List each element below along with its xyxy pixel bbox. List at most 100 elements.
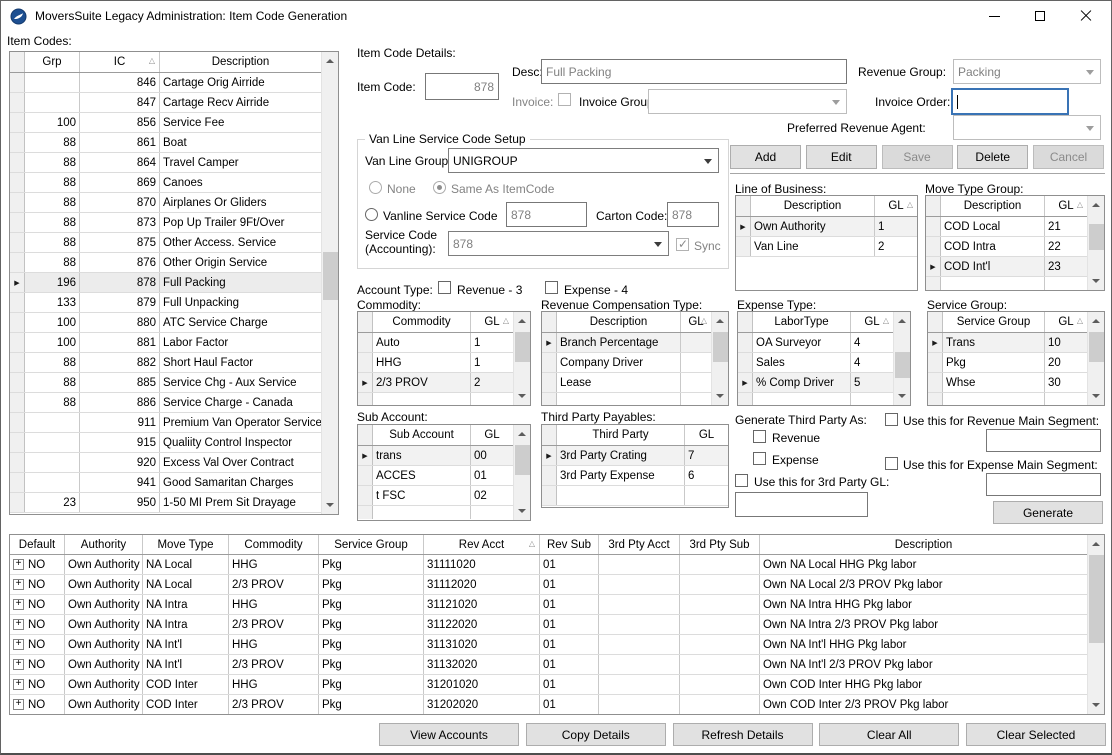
scroll-down-icon[interactable] (514, 503, 530, 519)
item-code-row[interactable]: 196 878 Full Packing (10, 273, 321, 293)
bottom-button[interactable]: Refresh Details (673, 723, 813, 746)
use-3rd-party-gl-checkbox[interactable] (735, 474, 748, 487)
grid-row[interactable]: trans 00 (358, 446, 513, 466)
scroll-down-icon[interactable] (1088, 388, 1104, 404)
item-code-row[interactable]: 100 856 Service Fee (10, 113, 321, 133)
scrollbar[interactable] (893, 312, 910, 405)
column-header[interactable]: Sub Account (373, 425, 471, 445)
item-code-row[interactable]: 88 885 Service Chg - Aux Service (10, 373, 321, 393)
item-code-row[interactable]: 88 875 Other Access. Service (10, 233, 321, 253)
account-row[interactable]: NO Own Authority NA Local 2/3 PROV Pkg 3… (10, 575, 1087, 595)
item-code-row[interactable]: 88 870 Airplanes Or Gliders (10, 193, 321, 213)
item-code-row[interactable]: 920 Excess Val Over Contract (10, 453, 321, 473)
scrollbar[interactable] (321, 52, 338, 514)
scrollbar[interactable] (513, 425, 530, 520)
grid-row[interactable]: Van Line 2 (736, 237, 917, 257)
column-header[interactable]: Description (751, 196, 875, 216)
column-header-3rd-pty-sub[interactable]: 3rd Pty Sub (680, 535, 760, 554)
scroll-up-icon[interactable] (514, 313, 530, 329)
scroll-down-icon[interactable] (322, 497, 338, 513)
grid-row[interactable]: Branch Percentage (542, 333, 711, 353)
column-header-move-type[interactable]: Move Type (143, 535, 229, 554)
grid-row[interactable]: % Comp Driver 5 (738, 373, 893, 393)
scrollbar-thumb[interactable] (515, 332, 530, 362)
column-header[interactable]: LaborType (753, 312, 851, 332)
column-header[interactable]: Service Group (943, 312, 1045, 332)
use-revenue-main-segment-checkbox[interactable] (885, 413, 898, 426)
account-row[interactable]: NO Own Authority COD Inter HHG Pkg 31201… (10, 675, 1087, 695)
column-header-authority[interactable]: Authority (65, 535, 143, 554)
same-as-itemcode-radio[interactable] (433, 181, 446, 194)
preferred-revenue-agent-select[interactable] (953, 115, 1101, 140)
item-code-row[interactable]: 100 881 Labor Factor (10, 333, 321, 353)
expand-icon[interactable] (13, 679, 24, 690)
grid-row[interactable]: COD Int'l 23 (926, 257, 1087, 277)
scrollbar[interactable] (711, 312, 728, 405)
item-code-row[interactable]: 915 Qualiity Control Inspector (10, 433, 321, 453)
scrollbar[interactable] (1087, 535, 1104, 714)
generate-button[interactable]: Generate (993, 501, 1103, 524)
account-row[interactable]: NO Own Authority COD Inter 2/3 PROV Pkg … (10, 695, 1087, 715)
item-code-row[interactable]: 88 869 Canoes (10, 173, 321, 193)
grid-row[interactable]: Company Driver (542, 353, 711, 373)
close-button[interactable] (1063, 1, 1109, 31)
grid-row[interactable]: 3rd Party Expense 6 (542, 466, 728, 486)
account-row[interactable]: NO Own Authority NA Intra HHG Pkg 311210… (10, 595, 1087, 615)
item-code-row[interactable]: 88 876 Other Origin Service (10, 253, 321, 273)
scrollbar[interactable] (1087, 312, 1104, 405)
invoice-group-select[interactable] (648, 89, 847, 114)
item-code-row[interactable]: 88 873 Pop Up Trailer 9Ft/Over (10, 213, 321, 233)
column-header-gl[interactable]: GL△ (681, 312, 711, 332)
generate-revenue-checkbox[interactable] (753, 430, 766, 443)
scroll-down-icon[interactable] (514, 388, 530, 404)
column-header-rev-acct[interactable]: Rev Acct△ (424, 535, 540, 554)
scrollbar-thumb[interactable] (1089, 332, 1104, 362)
item-code-row[interactable]: 133 879 Full Unpacking (10, 293, 321, 313)
carton-code-field[interactable]: 878 (667, 202, 719, 227)
item-code-row[interactable]: 88 861 Boat (10, 133, 321, 153)
account-row[interactable]: NO Own Authority NA Intra 2/3 PROV Pkg 3… (10, 615, 1087, 635)
item-code-row[interactable]: 88 864 Travel Camper (10, 153, 321, 173)
grid-row[interactable]: Sales 4 (738, 353, 893, 373)
column-header-description[interactable]: Description (160, 52, 321, 72)
column-header-gl[interactable]: GL△ (875, 196, 917, 216)
bottom-button[interactable]: View Accounts (379, 723, 519, 746)
column-header-gl[interactable]: GL (685, 425, 728, 445)
grid-row[interactable]: OA Surveyor 4 (738, 333, 893, 353)
grid-row[interactable]: ACCES 01 (358, 466, 513, 486)
column-header-grp[interactable]: Grp (25, 52, 80, 72)
grid-row[interactable]: Pkg 20 (928, 353, 1087, 373)
expand-icon[interactable] (13, 579, 24, 590)
action-button[interactable]: Cancel (1033, 145, 1104, 169)
third-party-gl-field[interactable] (735, 492, 868, 517)
column-header-gl[interactable]: GL (471, 425, 513, 445)
item-code-row[interactable]: 88 882 Short Haul Factor (10, 353, 321, 373)
column-header-3rd-pty-acct[interactable]: 3rd Pty Acct (599, 535, 680, 554)
expand-icon[interactable] (13, 619, 24, 630)
scroll-up-icon[interactable] (1088, 536, 1104, 552)
column-header-service-group[interactable]: Service Group (319, 535, 424, 554)
revenue-3-checkbox[interactable] (438, 281, 451, 294)
account-row[interactable]: NO Own Authority NA Local HHG Pkg 311110… (10, 555, 1087, 575)
grid-row[interactable]: HHG 1 (358, 353, 513, 373)
service-code-accounting-select[interactable]: 878 (448, 231, 669, 256)
grid-row[interactable]: COD Local 21 (926, 217, 1087, 237)
sync-checkbox[interactable] (676, 238, 689, 251)
expand-icon[interactable] (13, 639, 24, 650)
item-code-row[interactable]: 846 Cartage Orig Airride (10, 73, 321, 93)
invoice-order-field[interactable] (951, 88, 1069, 115)
item-code-row[interactable]: 23 950 1-50 MI Prem Sit Drayage (10, 493, 321, 513)
grid-row[interactable]: Whse 30 (928, 373, 1087, 393)
item-code-field[interactable]: 878 (425, 73, 499, 100)
bottom-button[interactable]: Clear All (819, 723, 959, 746)
column-header-description[interactable]: Description (760, 535, 1087, 554)
use-expense-main-segment-checkbox[interactable] (885, 457, 898, 470)
grid-row[interactable]: 3rd Party Crating 7 (542, 446, 728, 466)
column-header-rev-sub[interactable]: Rev Sub (540, 535, 599, 554)
scroll-up-icon[interactable] (514, 426, 530, 442)
column-header-gl[interactable]: GL△ (1045, 196, 1087, 216)
account-row[interactable]: NO Own Authority NA Int'l HHG Pkg 311310… (10, 635, 1087, 655)
column-header-default[interactable]: Default (10, 535, 65, 554)
item-code-row[interactable]: 941 Good Samaritan Charges (10, 473, 321, 493)
account-row[interactable]: NO Own Authority NA Int'l 2/3 PROV Pkg 3… (10, 655, 1087, 675)
